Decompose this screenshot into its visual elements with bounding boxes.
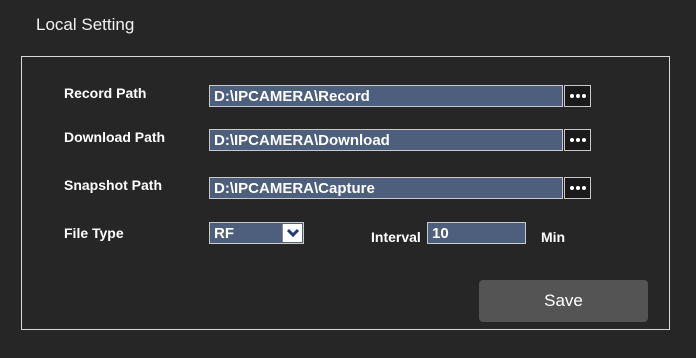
file-type-value: RF [214,225,234,242]
snapshot-path-browse-button[interactable] [564,177,591,199]
snapshot-path-label: Snapshot Path [64,177,163,193]
download-path-field[interactable]: D:\IPCAMERA\Download [209,129,563,151]
file-type-label: File Type [64,225,124,241]
download-path-label: Download Path [64,129,166,145]
interval-input[interactable]: 10 [427,222,526,244]
chevron-down-icon[interactable] [282,224,302,242]
record-path-browse-button[interactable] [564,85,591,107]
panel-title: Local Setting [36,15,135,34]
ellipsis-icon [569,94,574,98]
ellipsis-icon [569,186,574,190]
download-path-browse-button[interactable] [564,129,591,151]
snapshot-path-field[interactable]: D:\IPCAMERA\Capture [209,177,563,199]
interval-unit-label: Min [541,229,566,245]
save-button[interactable]: Save [479,280,648,322]
record-path-label: Record Path [64,85,147,101]
interval-label: Interval [371,229,421,245]
record-path-field[interactable]: D:\IPCAMERA\Record [209,85,563,107]
file-type-select[interactable]: RF [209,222,304,244]
ellipsis-icon [569,138,574,142]
